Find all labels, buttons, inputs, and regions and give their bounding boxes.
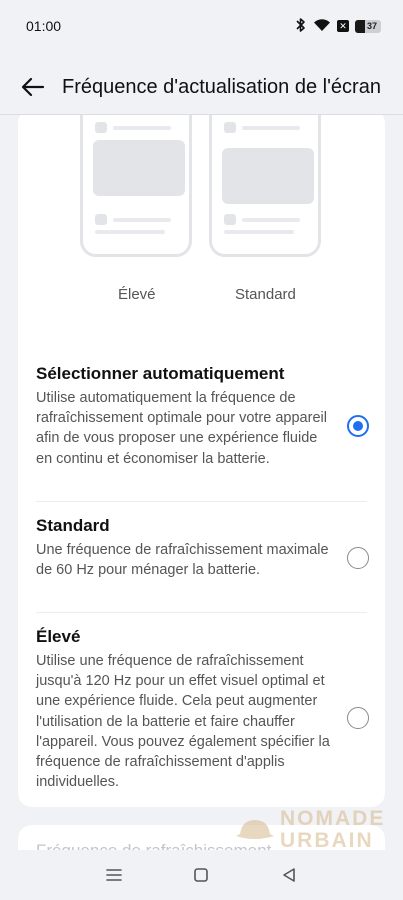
option-description: Utilise automatiquement la fréquence de … (36, 390, 327, 467)
option-description: Utilise une fréquence de rafraîchissemen… (36, 653, 330, 791)
option-description: Une fréquence de rafraîchissement maxima… (36, 542, 329, 579)
battery-level: 37 (366, 21, 377, 31)
system-nav-bar (0, 850, 403, 900)
menu-icon (106, 869, 122, 881)
close-box-icon: ✕ (337, 20, 349, 32)
back-button[interactable] (18, 72, 48, 102)
status-bar: 01:00 ✕ 37 (0, 0, 403, 52)
option-title: Sélectionner automatiquement (36, 364, 285, 383)
option-title: Standard (36, 516, 110, 535)
wifi-icon (313, 18, 331, 35)
option-title: Élevé (36, 627, 81, 646)
status-icons: ✕ 37 (295, 17, 381, 36)
phone-preview-high (80, 115, 192, 257)
radio-button[interactable] (347, 547, 369, 569)
app-header: Fréquence d'actualisation de l'écran (0, 64, 403, 110)
watermark-line1: NOMADE (280, 807, 386, 830)
refresh-rate-options: Sélectionner automatiquement Utilise aut… (18, 349, 385, 807)
radio-button[interactable] (347, 707, 369, 729)
option-auto[interactable]: Sélectionner automatiquement Utilise aut… (36, 363, 369, 469)
divider (36, 612, 367, 613)
divider (36, 501, 367, 502)
option-high[interactable]: Élevé Utilise une fréquence de rafraîchi… (36, 626, 369, 792)
radio-button-selected[interactable] (347, 415, 369, 437)
hat-icon (236, 820, 274, 839)
home-square-icon (194, 868, 209, 882)
preview-label-standard: Standard (235, 286, 296, 303)
watermark-line2: URBAIN (280, 829, 374, 852)
arrow-left-icon (21, 77, 45, 97)
back-nav-button[interactable] (274, 860, 304, 890)
back-triangle-icon (283, 868, 295, 882)
battery-icon: 37 (355, 19, 381, 33)
recents-button[interactable] (99, 860, 129, 890)
preview-label-high: Élevé (118, 286, 156, 303)
option-standard[interactable]: Standard Une fréquence de rafraîchisseme… (36, 515, 369, 580)
page-title: Fréquence d'actualisation de l'écran (62, 75, 381, 98)
status-time: 01:00 (26, 18, 62, 34)
home-button[interactable] (186, 860, 216, 890)
bluetooth-icon (295, 17, 307, 36)
scroll-content[interactable]: Élevé Standard Sélectionner automatiquem… (0, 115, 403, 850)
phone-preview-standard (209, 115, 321, 257)
